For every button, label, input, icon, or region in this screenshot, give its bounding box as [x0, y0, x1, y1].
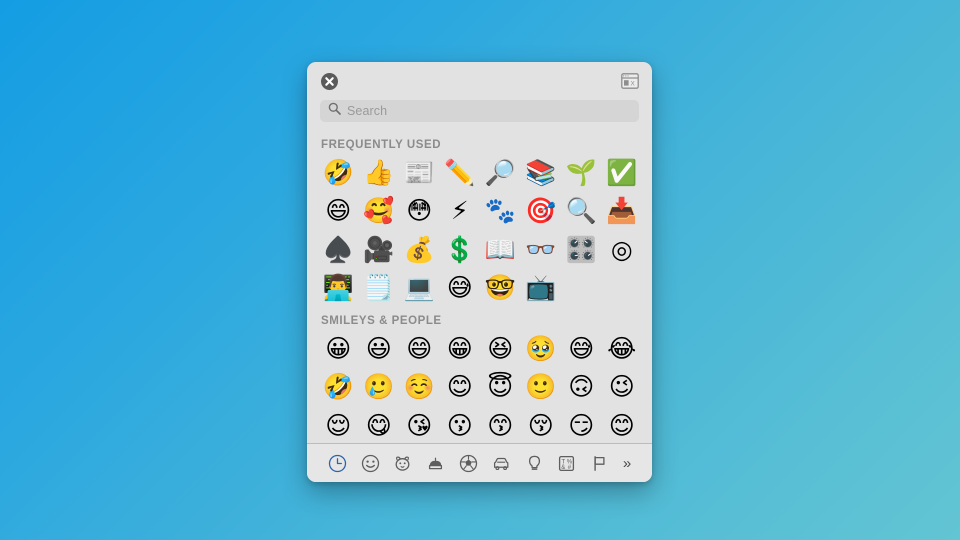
emoji-cell[interactable]: 😂 [602, 329, 643, 368]
category-food-drink[interactable] [419, 448, 452, 478]
category-frequently-used[interactable] [321, 448, 354, 478]
emoji-cell[interactable]: 🎛️ [561, 230, 602, 269]
search-icon [328, 102, 341, 120]
more-categories-button[interactable]: » [616, 448, 638, 478]
emoji-cell[interactable]: 😇 [480, 368, 521, 407]
emoji-cell[interactable]: 😳 [399, 192, 440, 231]
emoji-cell[interactable]: 😆 [480, 329, 521, 368]
emoji-cell[interactable]: 🥲 [359, 368, 400, 407]
emoji-cell[interactable]: 💻 [399, 269, 440, 308]
emoji-cell[interactable]: ✅ [602, 153, 643, 192]
emoji-cell[interactable]: 😅 [561, 329, 602, 368]
emoji-cell[interactable]: 😊 [440, 368, 481, 407]
category-activity[interactable] [452, 448, 485, 478]
emoji-cell[interactable]: 🥰 [359, 192, 400, 231]
emoji-scroll-area[interactable]: FREQUENTLY USED 🤣 👍 📰 ✏️ 🔎 📚 🌱 ✅ 😄 🥰 😳 ⚡ 🐾 🎯 🔍 📥 ♠️ 🎥 💰 💲 📖 👓… [307, 131, 652, 443]
category-flags[interactable] [583, 448, 616, 478]
emoji-cell[interactable]: 😗 [440, 406, 481, 443]
category-toolbar: T % & # » [307, 443, 652, 482]
emoji-cell[interactable]: 😄 [399, 329, 440, 368]
emoji-cell[interactable]: 💲 [440, 230, 481, 269]
search-input[interactable]: Search [320, 100, 639, 122]
emoji-cell[interactable]: 😙 [480, 406, 521, 443]
emoji-cell[interactable]: 📖 [480, 230, 521, 269]
emoji-cell[interactable]: 😁 [440, 329, 481, 368]
emoji-cell[interactable]: 😃 [359, 329, 400, 368]
emoji-cell[interactable]: 📥 [602, 192, 643, 231]
emoji-cell[interactable]: 👨‍💻 [318, 269, 359, 308]
category-animals-nature[interactable] [387, 448, 420, 478]
emoji-cell[interactable]: 😄 [318, 192, 359, 231]
emoji-cell[interactable]: 🙃 [561, 368, 602, 407]
search-placeholder: Search [347, 104, 388, 118]
close-button[interactable] [321, 73, 338, 90]
emoji-cell[interactable]: 👍 [359, 153, 400, 192]
emoji-cell[interactable]: ◎ [602, 230, 643, 269]
emoji-cell[interactable]: 😏 [561, 406, 602, 443]
emoji-cell[interactable]: 🔍 [561, 192, 602, 231]
emoji-cell[interactable]: 📰 [399, 153, 440, 192]
emoji-cell[interactable]: ☺️ [399, 368, 440, 407]
emoji-cell[interactable]: ♠️ [318, 230, 359, 269]
svg-text:X: X [630, 80, 635, 87]
search-container: Search [307, 100, 652, 131]
emoji-cell[interactable]: 😋 [359, 406, 400, 443]
emoji-cell[interactable]: 😊 [602, 406, 643, 443]
category-symbols[interactable]: T % & # [551, 448, 584, 478]
category-objects[interactable] [518, 448, 551, 478]
emoji-cell[interactable]: 👓 [521, 230, 562, 269]
panel-titlebar: X [307, 62, 652, 100]
character-viewer-button[interactable]: X [621, 73, 639, 89]
emoji-cell[interactable]: 😌 [318, 406, 359, 443]
emoji-cell[interactable]: 🔎 [480, 153, 521, 192]
emoji-cell[interactable]: ✏️ [440, 153, 481, 192]
emoji-cell[interactable]: 😉 [602, 368, 643, 407]
emoji-cell[interactable]: 🎯 [521, 192, 562, 231]
emoji-grid-smileys-and-people: 😀 😃 😄 😁 😆 🥹 😅 😂 🤣 🥲 ☺️ 😊 😇 🙂 🙃 😉 😌 😋 😘 😗 😙 😚 😏 😊 [318, 329, 641, 443]
section-title-frequently-used: FREQUENTLY USED [321, 139, 442, 151]
emoji-cell[interactable]: 🐾 [480, 192, 521, 231]
emoji-cell[interactable]: 😚 [521, 406, 562, 443]
emoji-cell[interactable]: 🗒️ [359, 269, 400, 308]
section-smileys-and-people: SMILEYS & PEOPLE 😀 😃 😄 😁 😆 🥹 😅 😂 🤣 🥲 ☺️ 😊 😇 🙂 🙃 😉 😌 😋 😘 😗 😙 😚… [318, 315, 641, 443]
category-smileys-people[interactable] [354, 448, 387, 478]
emoji-cell[interactable]: 😘 [399, 406, 440, 443]
emoji-cell[interactable]: ⚡ [440, 192, 481, 231]
emoji-cell[interactable]: 📚 [521, 153, 562, 192]
emoji-cell[interactable]: 🙂 [521, 368, 562, 407]
category-travel-places[interactable] [485, 448, 518, 478]
emoji-cell[interactable]: 🤓 [480, 269, 521, 308]
emoji-cell[interactable]: 🤣 [318, 368, 359, 407]
emoji-cell[interactable]: 😀 [318, 329, 359, 368]
emoji-cell[interactable]: 🎥 [359, 230, 400, 269]
emoji-picker-panel: X Search FREQUENTLY USED 🤣 👍 📰 ✏️ 🔎 📚 🌱 ✅ 😄 🥰 😳 ⚡ 🐾 🎯… [307, 62, 652, 482]
section-frequently-used: FREQUENTLY USED 🤣 👍 📰 ✏️ 🔎 📚 🌱 ✅ 😄 🥰 😳 ⚡ 🐾 🎯 🔍 📥 ♠️ 🎥 💰 💲 📖 👓… [318, 139, 641, 307]
emoji-cell[interactable]: 🤣 [318, 153, 359, 192]
emoji-cell[interactable]: 🥹 [521, 329, 562, 368]
emoji-cell[interactable]: 💰 [399, 230, 440, 269]
svg-text:&: & [562, 465, 566, 471]
emoji-cell[interactable]: 📺 [521, 269, 562, 308]
section-title-smileys-and-people: SMILEYS & PEOPLE [321, 315, 442, 327]
emoji-cell[interactable]: 😅 [440, 269, 481, 308]
emoji-grid-frequently-used: 🤣 👍 📰 ✏️ 🔎 📚 🌱 ✅ 😄 🥰 😳 ⚡ 🐾 🎯 🔍 📥 ♠️ 🎥 💰 💲 📖 👓 🎛️ ◎ 👨‍💻 🗒️ 💻 😅 🤓 📺 [318, 153, 641, 307]
emoji-cell[interactable]: 🌱 [561, 153, 602, 192]
